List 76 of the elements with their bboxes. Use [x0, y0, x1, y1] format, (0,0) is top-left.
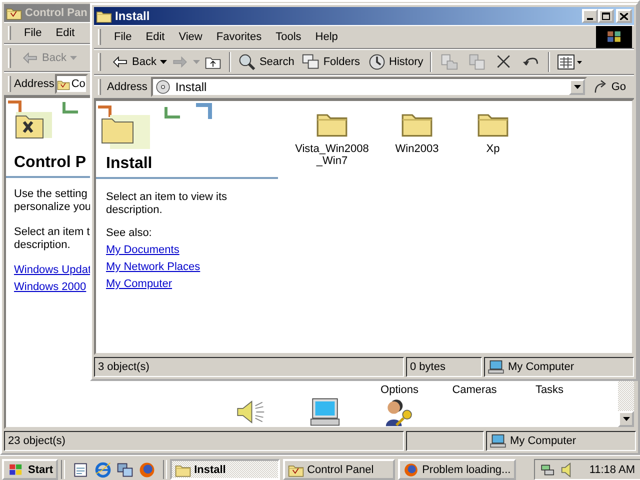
clock-icon: [368, 53, 386, 71]
status-text: 0 bytes: [410, 361, 446, 373]
menu-item[interactable]: Favorites: [209, 29, 269, 45]
maximize-icon: [602, 12, 610, 20]
quick-launch-item[interactable]: [116, 460, 134, 478]
link[interactable]: My Network Places: [106, 261, 200, 273]
window-title: Control Pan: [25, 7, 88, 19]
clock: 11:18 AM: [589, 464, 635, 476]
pane-title: Install: [106, 155, 154, 173]
description-text: Use the setting personalize you: [14, 188, 92, 214]
item-label[interactable]: Tasks: [535, 384, 564, 396]
channels-icon: [116, 460, 134, 478]
status-text: My Computer: [510, 435, 576, 447]
volume-icon: [561, 462, 572, 478]
folders-icon: [302, 53, 320, 71]
scrollbar[interactable]: [618, 379, 634, 427]
window-title: Install: [115, 9, 150, 23]
link[interactable]: My Documents: [106, 244, 180, 256]
status-text: 23 object(s): [8, 435, 66, 447]
back-arrow-icon: [111, 54, 129, 70]
minimize-button[interactable]: [582, 9, 598, 23]
see-also-label: See also:: [106, 227, 153, 240]
history-button[interactable]: History: [364, 50, 428, 74]
copy-to-icon: [467, 53, 488, 71]
firefox-icon: [403, 462, 420, 478]
menu-item[interactable]: Edit: [48, 25, 82, 41]
caret-icon: [574, 85, 581, 89]
windows-logo-icon: [605, 29, 623, 45]
computer-icon: [490, 434, 506, 448]
start-button[interactable]: Start: [2, 459, 58, 480]
link[interactable]: My Computer: [106, 278, 172, 290]
link[interactable]: Windows Updat: [14, 264, 92, 276]
folder-item[interactable]: Win2003: [386, 107, 448, 156]
address-label: Address: [107, 81, 148, 93]
down-arrow-icon: [622, 417, 630, 421]
caret-icon[interactable]: [160, 60, 168, 64]
taskbar-button[interactable]: Problem loading...: [398, 459, 516, 480]
views-icon: [557, 53, 584, 71]
forward-arrow-icon: [171, 54, 190, 70]
menu-item[interactable]: File: [107, 29, 139, 45]
search-button[interactable]: Search: [234, 50, 298, 74]
maximize-button[interactable]: [598, 9, 614, 23]
address-field[interactable]: Co: [55, 74, 88, 94]
computer-icon: [488, 360, 504, 374]
go-button[interactable]: Go: [587, 79, 632, 95]
browser-e-icon: [94, 460, 112, 478]
back-button[interactable]: Back: [107, 50, 160, 74]
move-to-icon: [439, 53, 460, 71]
disc-folder-icon: [155, 79, 172, 95]
search-icon: [238, 53, 256, 71]
close-button[interactable]: [616, 9, 632, 23]
menu-item[interactable]: Help: [308, 29, 345, 45]
status-text: My Computer: [508, 361, 574, 373]
menu-item[interactable]: Edit: [138, 29, 172, 45]
address-field[interactable]: Install: [151, 77, 588, 97]
dropdown-button[interactable]: [569, 79, 586, 95]
firefox-icon: [138, 460, 156, 478]
description-text: Select an item to view its description.: [106, 191, 228, 217]
menu-item[interactable]: View: [172, 29, 210, 45]
pane-title: Control P: [14, 154, 87, 172]
menu-item[interactable]: File: [17, 25, 49, 41]
scroll-down-button[interactable]: [618, 411, 634, 427]
item-label[interactable]: Options: [380, 384, 418, 396]
taskbar-button[interactable]: Control Panel: [283, 459, 396, 480]
link[interactable]: Windows 2000: [14, 281, 92, 293]
status-text: 3 object(s): [98, 361, 150, 373]
menu-item[interactable]: Tools: [268, 29, 308, 45]
taskbar-button[interactable]: Install: [170, 459, 280, 480]
folders-button[interactable]: Folders: [298, 50, 364, 74]
address-label: Address: [14, 78, 54, 90]
folder-item[interactable]: Xp: [462, 107, 524, 156]
back-arrow-icon: [21, 50, 39, 66]
item-label[interactable]: Cameras: [452, 384, 497, 396]
description-text: Select an item t description.: [14, 226, 91, 252]
folder-item[interactable]: Vista_Win2008 _Win7: [292, 107, 372, 168]
close-icon: [620, 12, 628, 20]
